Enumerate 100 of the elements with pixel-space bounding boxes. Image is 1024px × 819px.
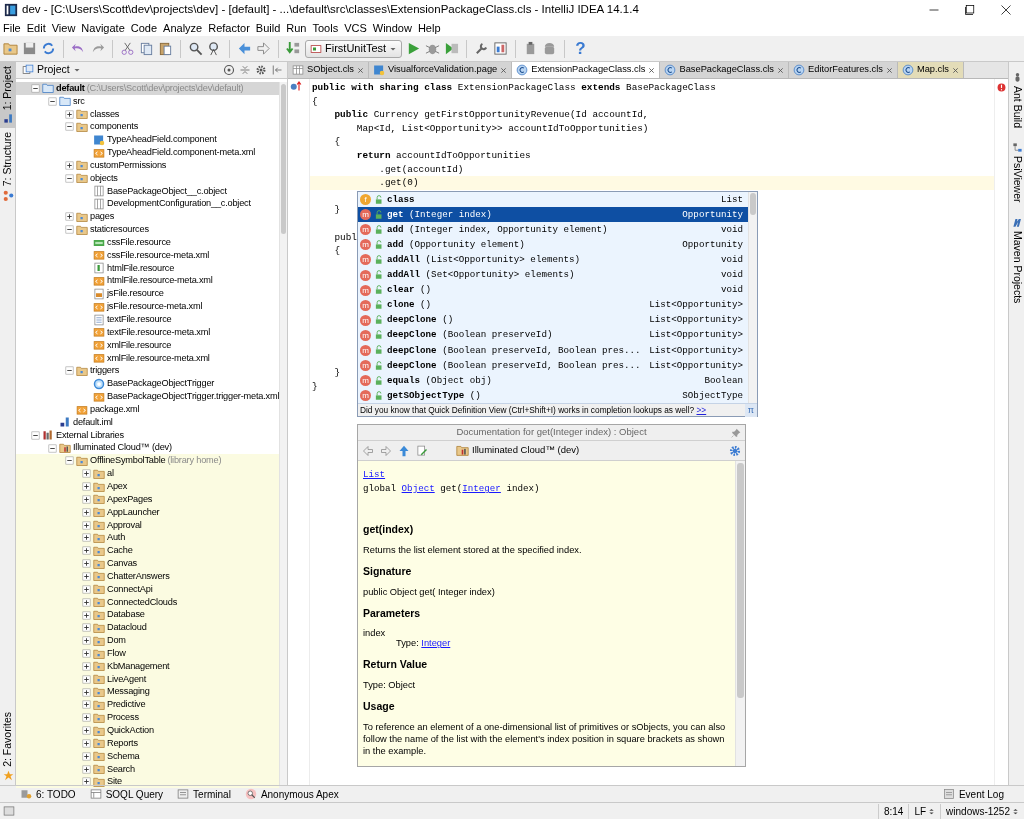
completion-item[interactable]: m equals (Object obj) Boolean [358,373,748,389]
completion-item[interactable]: m deepClone (Boolean preserveId, Boolean pres... List<Opportunity> [358,358,748,374]
collapse-icon[interactable] [48,443,57,453]
run-configuration-dropdown[interactable]: FirstUnitTest [305,39,403,58]
tool-window-button[interactable]: SOQL Query [89,786,164,802]
editor-tab[interactable]: SObject.cls [288,62,369,78]
completion-item[interactable]: m deepClone (Boolean preserveId) List<Opportunity> [358,327,748,343]
completion-item[interactable]: m add (Integer index, Opportunity element) void [358,222,748,238]
tree-item[interactable]: staticresources [76,223,149,236]
settings-icon[interactable] [255,64,267,76]
tree-item[interactable]: al [93,467,114,480]
collapse-icon[interactable] [65,225,74,235]
expand-icon[interactable] [82,674,91,684]
tree-item[interactable]: Search [93,763,135,776]
tree-item[interactable]: Apex [93,480,128,493]
expand-icon[interactable] [82,482,91,492]
menu-item[interactable]: File [0,19,24,37]
run-icon[interactable] [406,41,422,56]
tree-item[interactable]: Database [93,609,145,621]
tree-item[interactable]: Flow [93,647,126,660]
expand-icon[interactable] [82,507,91,517]
expand-icon[interactable] [82,597,91,607]
tree-item[interactable]: Cache [93,544,133,557]
expand-icon[interactable] [82,636,91,646]
expand-icon[interactable] [82,726,91,736]
event-log-button[interactable]: Event Log [942,786,1004,802]
paste-icon[interactable] [158,41,173,56]
completion-item[interactable]: m get (Integer index) Opportunity [358,207,748,223]
dropdown-icon[interactable] [1012,806,1019,816]
expand-icon[interactable] [82,520,91,530]
pi-button[interactable]: π [744,403,757,418]
tree-item[interactable]: xmlFile.resource-meta.xml [93,352,210,365]
tree-item[interactable]: External Libraries [42,429,124,442]
collapse-icon[interactable] [31,83,40,93]
collapse-icon[interactable] [48,96,57,106]
menu-item[interactable]: Code [127,19,161,37]
menu-item[interactable]: Navigate [78,19,128,37]
tree-item[interactable]: BasePackageObjectTrigger.trigger-meta.xml [93,390,280,403]
tree-item[interactable]: BasePackageObjectTrigger [93,377,215,390]
tool-window-tab[interactable]: 1: Project [0,62,16,129]
tool-window-tab[interactable]: PsiViewer [1009,138,1024,207]
menu-item[interactable]: Tools [309,19,342,37]
tree-item[interactable]: BasePackageObject__c.object [93,185,227,198]
expand-icon[interactable] [82,572,91,581]
completion-item[interactable]: m clear () void [358,282,748,298]
scrollbar[interactable] [735,461,745,766]
tree-item[interactable]: jsFile.resource-meta.xml [93,300,203,313]
tree-item[interactable]: Schema [93,750,140,763]
expand-icon[interactable] [65,161,74,170]
expand-icon[interactable] [82,661,91,671]
menu-item[interactable]: Analyze [160,19,206,37]
expand-icon[interactable] [82,764,91,774]
menu-item[interactable]: Run [283,19,310,37]
tree-item[interactable]: htmlFile.resource [93,262,175,275]
expand-icon[interactable] [82,687,91,697]
expand-icon[interactable] [65,212,74,222]
build-icon[interactable] [286,41,301,56]
completion-item[interactable]: m addAll (List<Opportunity> elements) void [358,252,748,268]
up-arrow-icon[interactable] [398,444,410,457]
line-separator-widget[interactable]: LF [914,803,927,819]
menu-item[interactable]: Window [369,19,415,37]
tool-window-tab[interactable]: Ant Build [1009,68,1024,133]
maximize-icon[interactable] [964,4,976,16]
menu-item[interactable]: View [48,19,79,37]
menu-item[interactable]: Refactor [205,19,253,37]
tree-item[interactable]: cssFile.resource-meta.xml [93,249,210,262]
dropdown-icon[interactable] [928,806,936,816]
tree-item[interactable]: cssFile.resource [93,236,171,249]
help-button[interactable]: ? [572,40,589,57]
tree-item[interactable]: xmlFile.resource [93,339,172,352]
save-icon[interactable] [22,41,37,56]
completion-item[interactable]: m clone () List<Opportunity> [358,297,748,313]
collapse-icon[interactable] [65,366,74,376]
collapse-icon[interactable] [65,173,74,183]
back-icon[interactable] [237,41,252,56]
expand-icon[interactable] [82,738,91,748]
editor-tab[interactable]: Map.cls [897,62,964,78]
coverage-icon[interactable] [444,41,460,56]
expand-icon[interactable] [65,109,74,119]
completion-item[interactable]: f class List [358,192,748,208]
hint-link[interactable]: >> [696,405,707,416]
tree-item[interactable]: pages [76,210,115,223]
expand-icon[interactable] [82,610,91,620]
close-icon[interactable] [648,66,656,74]
collapse-icon[interactable] [65,456,74,466]
editor-tab[interactable]: ExtensionPackageClass.cls [512,62,661,78]
collapse-icon[interactable] [31,430,40,440]
expand-icon[interactable] [82,469,91,479]
tree-item[interactable]: src [59,95,85,108]
expand-icon[interactable] [82,494,91,504]
project-structure-icon[interactable] [493,41,509,56]
expand-icon[interactable] [82,713,91,723]
search-icon[interactable] [188,41,203,56]
cursor-position[interactable]: 8:14 [877,803,909,819]
type-link[interactable]: Integer [462,483,501,494]
tree-item[interactable]: textFile.resource-meta.xml [93,326,211,339]
expand-icon[interactable] [82,584,91,594]
edit-source-icon[interactable] [416,444,428,457]
tree-item[interactable]: Dom [93,634,126,647]
tool-window-button[interactable]: 6: TODO [20,786,76,802]
